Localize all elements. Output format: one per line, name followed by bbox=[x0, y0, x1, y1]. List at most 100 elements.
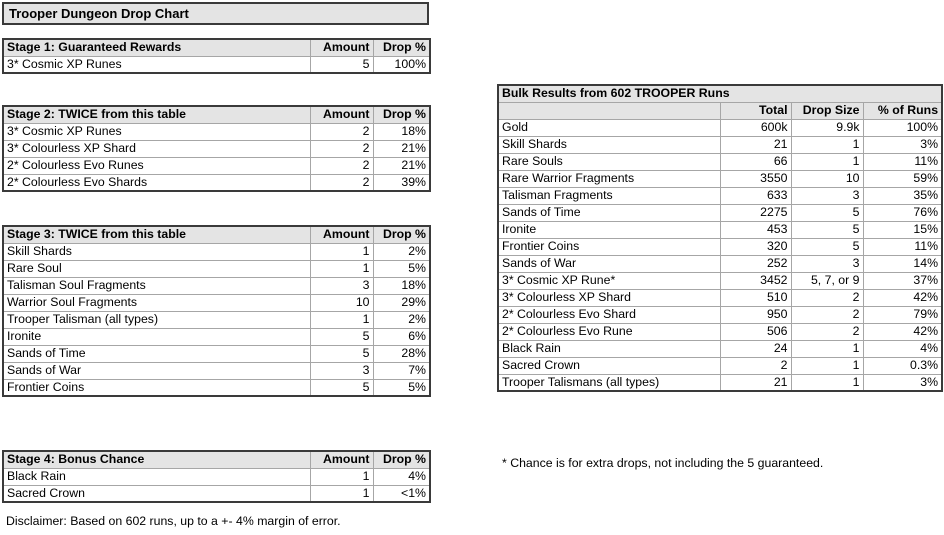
table-header-row: Stage 4: Bonus Chance Amount Drop % bbox=[2, 450, 431, 469]
row-name: Rare Warrior Fragments bbox=[497, 169, 721, 188]
bulk-title-row: Bulk Results from 602 TROOPER Runs bbox=[496, 84, 944, 103]
row-name: Skill Shards bbox=[497, 135, 721, 154]
row-pct: 14% bbox=[862, 254, 944, 273]
row-pct: 11% bbox=[862, 152, 944, 171]
row-pct: 59% bbox=[862, 169, 944, 188]
row-total: 3550 bbox=[719, 169, 792, 188]
row-drop-size: 2 bbox=[790, 322, 864, 341]
row-name: Frontier Coins bbox=[497, 237, 721, 256]
row-name: Sands of Time bbox=[2, 344, 311, 363]
table-header-row: Stage 3: TWICE from this table Amount Dr… bbox=[2, 225, 431, 244]
table-row: 3* Cosmic XP Runes 2 18% bbox=[2, 122, 431, 141]
row-drop: 4% bbox=[372, 467, 431, 486]
row-name: Skill Shards bbox=[2, 242, 311, 261]
row-name: Ironite bbox=[497, 220, 721, 239]
row-name: Talisman Fragments bbox=[497, 186, 721, 205]
row-drop: 18% bbox=[372, 122, 431, 141]
row-amount: 2 bbox=[309, 156, 374, 175]
row-drop: 5% bbox=[372, 259, 431, 278]
row-total: 21 bbox=[719, 373, 792, 392]
row-drop-size: 10 bbox=[790, 169, 864, 188]
stage-4-table: Stage 4: Bonus Chance Amount Drop % Blac… bbox=[2, 450, 431, 503]
bulk-results-table: Bulk Results from 602 TROOPER Runs Total… bbox=[496, 84, 944, 392]
row-pct: 15% bbox=[862, 220, 944, 239]
row-name: 3* Cosmic XP Rune* bbox=[497, 271, 721, 290]
row-name: Sacred Crown bbox=[2, 484, 311, 503]
table-row: Ironite 5 6% bbox=[2, 327, 431, 346]
row-total: 600k bbox=[719, 118, 792, 137]
row-name: 2* Colourless Evo Shard bbox=[497, 305, 721, 324]
bulk-header-name bbox=[497, 101, 721, 120]
row-drop-size: 5 bbox=[790, 203, 864, 222]
row-total: 252 bbox=[719, 254, 792, 273]
table-header-row: Total Drop Size % of Runs bbox=[497, 101, 944, 120]
row-drop-size: 5 bbox=[790, 237, 864, 256]
row-drop: 21% bbox=[372, 139, 431, 158]
stage-3-header-amount: Amount bbox=[309, 225, 374, 244]
row-amount: 5 bbox=[309, 55, 374, 74]
row-drop: 21% bbox=[372, 156, 431, 175]
table-row: Warrior Soul Fragments 10 29% bbox=[2, 293, 431, 312]
row-drop: 29% bbox=[372, 293, 431, 312]
table-row: Sands of War 3 7% bbox=[2, 361, 431, 380]
row-pct: 4% bbox=[862, 339, 944, 358]
row-amount: 1 bbox=[309, 242, 374, 261]
table-row: Talisman Fragments 633 3 35% bbox=[497, 186, 944, 205]
row-name: Trooper Talisman (all types) bbox=[2, 310, 311, 329]
row-drop: 18% bbox=[372, 276, 431, 295]
row-drop-size: 5, 7, or 9 bbox=[790, 271, 864, 290]
table-row: 2* Colourless Evo Shards 2 39% bbox=[2, 173, 431, 192]
row-pct: 3% bbox=[862, 135, 944, 154]
table-row: Rare Souls 66 1 11% bbox=[497, 152, 944, 171]
row-name: 3* Colourless XP Shard bbox=[2, 139, 311, 158]
row-total: 510 bbox=[719, 288, 792, 307]
row-amount: 3 bbox=[309, 361, 374, 380]
row-name: Trooper Talismans (all types) bbox=[497, 373, 721, 392]
row-pct: 11% bbox=[862, 237, 944, 256]
table-row: 3* Cosmic XP Rune* 3452 5, 7, or 9 37% bbox=[497, 271, 944, 290]
row-name: 2* Colourless Evo Runes bbox=[2, 156, 311, 175]
row-name: Rare Souls bbox=[497, 152, 721, 171]
stage-2-header-name: Stage 2: TWICE from this table bbox=[2, 105, 311, 124]
row-pct: 76% bbox=[862, 203, 944, 222]
table-row: Rare Soul 1 5% bbox=[2, 259, 431, 278]
row-name: Sands of War bbox=[497, 254, 721, 273]
row-name: 3* Colourless XP Shard bbox=[497, 288, 721, 307]
row-name: Talisman Soul Fragments bbox=[2, 276, 311, 295]
table-row: Rare Warrior Fragments 3550 10 59% bbox=[497, 169, 944, 188]
bulk-table-title: Bulk Results from 602 TROOPER Runs bbox=[496, 84, 944, 103]
table-row: Black Rain 24 1 4% bbox=[497, 339, 944, 358]
row-amount: 10 bbox=[309, 293, 374, 312]
bulk-header-total: Total bbox=[719, 101, 792, 120]
table-row: 3* Colourless XP Shard 510 2 42% bbox=[497, 288, 944, 307]
row-drop: 39% bbox=[372, 173, 431, 192]
row-pct: 42% bbox=[862, 288, 944, 307]
row-name: Black Rain bbox=[2, 467, 311, 486]
row-amount: 5 bbox=[309, 378, 374, 397]
row-pct: 3% bbox=[862, 373, 944, 392]
row-total: 2275 bbox=[719, 203, 792, 222]
stage-3-header-drop: Drop % bbox=[372, 225, 431, 244]
row-total: 506 bbox=[719, 322, 792, 341]
table-row: Frontier Coins 320 5 11% bbox=[497, 237, 944, 256]
row-drop-size: 1 bbox=[790, 339, 864, 358]
table-row: Talisman Soul Fragments 3 18% bbox=[2, 276, 431, 295]
table-row: Sands of Time 5 28% bbox=[2, 344, 431, 363]
row-name: Sacred Crown bbox=[497, 356, 721, 375]
table-header-row: Stage 1: Guaranteed Rewards Amount Drop … bbox=[2, 38, 431, 57]
stage-2-header-drop: Drop % bbox=[372, 105, 431, 124]
row-pct: 0.3% bbox=[862, 356, 944, 375]
row-amount: 1 bbox=[309, 467, 374, 486]
row-pct: 100% bbox=[862, 118, 944, 137]
row-pct: 35% bbox=[862, 186, 944, 205]
row-amount: 1 bbox=[309, 259, 374, 278]
table-row: 3* Colourless XP Shard 2 21% bbox=[2, 139, 431, 158]
row-name: Sands of War bbox=[2, 361, 311, 380]
row-name: Frontier Coins bbox=[2, 378, 311, 397]
row-drop-size: 5 bbox=[790, 220, 864, 239]
row-amount: 1 bbox=[309, 310, 374, 329]
row-drop: 100% bbox=[372, 55, 431, 74]
row-pct: 37% bbox=[862, 271, 944, 290]
row-total: 950 bbox=[719, 305, 792, 324]
bulk-footnote: * Chance is for extra drops, not includi… bbox=[502, 456, 824, 470]
